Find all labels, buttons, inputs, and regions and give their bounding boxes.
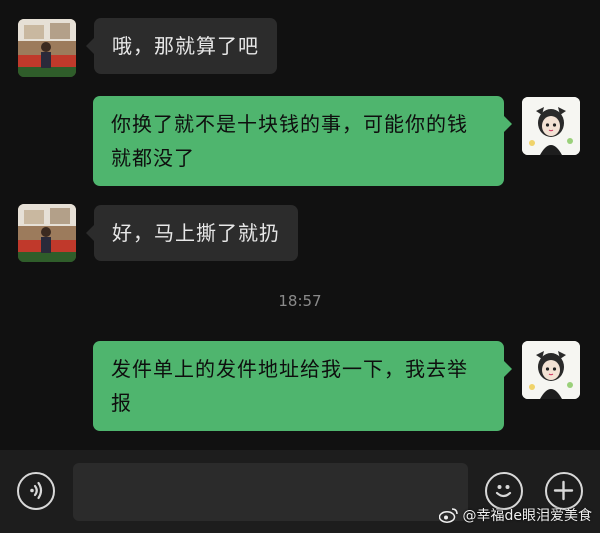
- message-bubble-received[interactable]: 哦，那就算了吧: [86, 18, 277, 74]
- my-avatar[interactable]: [522, 341, 580, 399]
- message-input[interactable]: [73, 463, 468, 521]
- contact-avatar[interactable]: [18, 19, 76, 77]
- message-bubble-sent[interactable]: 你换了就不是十块钱的事，可能你的钱就都没了: [93, 96, 512, 186]
- message-text: 发件单上的发件地址给我一下，我去举报: [111, 357, 468, 415]
- my-avatar[interactable]: [522, 97, 580, 155]
- message-timestamp: 18:57: [278, 292, 322, 310]
- add-icon: [553, 480, 574, 501]
- voice-button[interactable]: [17, 472, 55, 510]
- watermark-text: @幸福de眼泪爱美食: [462, 508, 593, 524]
- weibo-icon: [438, 508, 458, 523]
- contact-avatar-photo: [18, 19, 76, 77]
- message-text: 哦，那就算了吧: [112, 34, 259, 58]
- chat-area: 哦，那就算了吧 你换了就不是十块钱的事，可能你的钱就都没了 好，马上撕了就扔 1…: [0, 0, 600, 450]
- watermark: @幸福de眼泪爱美食: [438, 505, 593, 525]
- my-avatar-illustration: [522, 341, 580, 399]
- my-avatar-illustration: [522, 97, 580, 155]
- emoji-icon: [495, 485, 512, 498]
- voice-icon: [30, 481, 43, 500]
- message-bubble-received[interactable]: 好，马上撕了就扔: [86, 205, 298, 261]
- message-bubble-sent[interactable]: 发件单上的发件地址给我一下，我去举报: [93, 341, 512, 431]
- contact-avatar[interactable]: [18, 204, 76, 262]
- contact-avatar-photo: [18, 204, 76, 262]
- message-text: 好，马上撕了就扔: [112, 221, 280, 245]
- message-text: 你换了就不是十块钱的事，可能你的钱就都没了: [111, 112, 468, 170]
